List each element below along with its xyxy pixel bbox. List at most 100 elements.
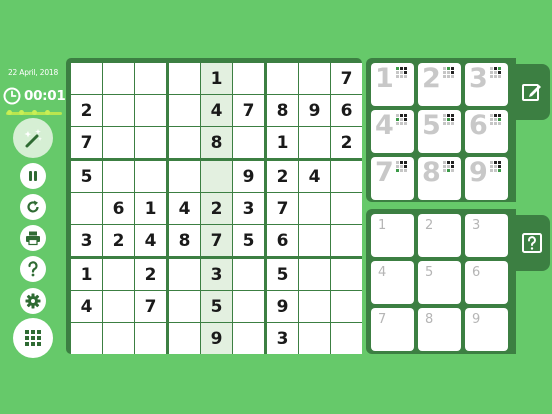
- sudoku-cell[interactable]: 5: [267, 259, 298, 290]
- sudoku-cell[interactable]: [299, 193, 330, 224]
- sudoku-cell[interactable]: [299, 291, 330, 322]
- sudoku-cell[interactable]: 4: [169, 193, 200, 224]
- sudoku-cell[interactable]: [71, 193, 102, 224]
- help-button[interactable]: [20, 256, 46, 282]
- sudoku-cell[interactable]: 7: [201, 225, 232, 256]
- sudoku-cell[interactable]: 9: [201, 323, 232, 354]
- sudoku-cell[interactable]: [299, 127, 330, 158]
- sudoku-cell[interactable]: 1: [71, 259, 102, 290]
- sudoku-cell[interactable]: [135, 127, 166, 158]
- sudoku-cell[interactable]: [267, 63, 298, 94]
- sudoku-cell[interactable]: 3: [201, 259, 232, 290]
- hint-button[interactable]: [520, 231, 544, 255]
- sudoku-cell[interactable]: 8: [267, 95, 298, 126]
- sudoku-cell[interactable]: 4: [201, 95, 232, 126]
- sudoku-cell[interactable]: 7: [331, 63, 362, 94]
- sudoku-cell[interactable]: [331, 323, 362, 354]
- sudoku-cell[interactable]: 5: [201, 291, 232, 322]
- sudoku-cell[interactable]: 2: [135, 259, 166, 290]
- sudoku-cell[interactable]: [169, 291, 200, 322]
- sudoku-cell[interactable]: [201, 161, 232, 192]
- note-button[interactable]: 8: [418, 308, 461, 351]
- number-button[interactable]: 8: [418, 157, 461, 200]
- sudoku-cell[interactable]: [169, 323, 200, 354]
- sudoku-cell[interactable]: 2: [267, 161, 298, 192]
- sudoku-cell[interactable]: 9: [233, 161, 264, 192]
- sudoku-cell[interactable]: 7: [233, 95, 264, 126]
- sudoku-cell[interactable]: [331, 291, 362, 322]
- sudoku-cell[interactable]: [233, 323, 264, 354]
- note-button[interactable]: 9: [465, 308, 508, 351]
- sudoku-cell[interactable]: [103, 95, 134, 126]
- sudoku-cell[interactable]: 2: [201, 193, 232, 224]
- sudoku-cell[interactable]: 4: [299, 161, 330, 192]
- sudoku-cell[interactable]: 1: [201, 63, 232, 94]
- sudoku-cell[interactable]: [233, 259, 264, 290]
- sudoku-cell[interactable]: [169, 161, 200, 192]
- menu-button[interactable]: [13, 318, 53, 358]
- sudoku-cell[interactable]: [233, 291, 264, 322]
- sudoku-cell[interactable]: [103, 291, 134, 322]
- restart-button[interactable]: [20, 194, 46, 220]
- print-button[interactable]: [20, 225, 46, 251]
- sudoku-cell[interactable]: 4: [135, 225, 166, 256]
- sudoku-cell[interactable]: 8: [169, 225, 200, 256]
- sudoku-cell[interactable]: 5: [71, 161, 102, 192]
- edit-button[interactable]: [520, 80, 544, 104]
- sudoku-cell[interactable]: [169, 63, 200, 94]
- sudoku-cell[interactable]: 6: [103, 193, 134, 224]
- sudoku-cell[interactable]: [299, 63, 330, 94]
- sudoku-cell[interactable]: [103, 259, 134, 290]
- sudoku-cell[interactable]: 3: [267, 323, 298, 354]
- number-button[interactable]: 9: [465, 157, 508, 200]
- sudoku-cell[interactable]: 7: [135, 291, 166, 322]
- sudoku-cell[interactable]: 9: [299, 95, 330, 126]
- note-button[interactable]: 3: [465, 214, 508, 257]
- sudoku-cell[interactable]: [331, 193, 362, 224]
- note-button[interactable]: 7: [371, 308, 414, 351]
- sudoku-cell[interactable]: [103, 323, 134, 354]
- sudoku-cell[interactable]: 1: [135, 193, 166, 224]
- sudoku-cell[interactable]: 9: [267, 291, 298, 322]
- sudoku-cell[interactable]: [71, 63, 102, 94]
- sudoku-cell[interactable]: 7: [267, 193, 298, 224]
- sudoku-cell[interactable]: [233, 127, 264, 158]
- number-button[interactable]: 5: [418, 110, 461, 153]
- sudoku-cell[interactable]: 2: [103, 225, 134, 256]
- sudoku-cell[interactable]: [299, 323, 330, 354]
- number-button[interactable]: 4: [371, 110, 414, 153]
- sudoku-cell[interactable]: 7: [71, 127, 102, 158]
- note-button[interactable]: 5: [418, 261, 461, 304]
- sudoku-cell[interactable]: 6: [267, 225, 298, 256]
- sudoku-cell[interactable]: 3: [71, 225, 102, 256]
- sudoku-cell[interactable]: [103, 161, 134, 192]
- sudoku-cell[interactable]: [233, 63, 264, 94]
- sudoku-cell[interactable]: [331, 259, 362, 290]
- sudoku-cell[interactable]: [331, 161, 362, 192]
- sudoku-cell[interactable]: [331, 225, 362, 256]
- note-button[interactable]: 1: [371, 214, 414, 257]
- sudoku-cell[interactable]: [299, 225, 330, 256]
- sudoku-cell[interactable]: 6: [331, 95, 362, 126]
- sudoku-cell[interactable]: [135, 161, 166, 192]
- number-button[interactable]: 1: [371, 63, 414, 106]
- sudoku-cell[interactable]: 2: [331, 127, 362, 158]
- sudoku-cell[interactable]: 5: [233, 225, 264, 256]
- number-button[interactable]: 7: [371, 157, 414, 200]
- sudoku-cell[interactable]: [135, 323, 166, 354]
- number-button[interactable]: 3: [465, 63, 508, 106]
- sudoku-cell[interactable]: [169, 259, 200, 290]
- magic-wand-button[interactable]: [13, 118, 53, 158]
- note-button[interactable]: 6: [465, 261, 508, 304]
- sudoku-cell[interactable]: [299, 259, 330, 290]
- sudoku-cell[interactable]: [135, 95, 166, 126]
- sudoku-cell[interactable]: [103, 127, 134, 158]
- sudoku-cell[interactable]: 3: [233, 193, 264, 224]
- note-button[interactable]: 4: [371, 261, 414, 304]
- number-button[interactable]: 6: [465, 110, 508, 153]
- sudoku-cell[interactable]: [71, 323, 102, 354]
- settings-button[interactable]: [20, 288, 46, 314]
- sudoku-cell[interactable]: 2: [71, 95, 102, 126]
- note-button[interactable]: 2: [418, 214, 461, 257]
- pause-button[interactable]: [20, 163, 46, 189]
